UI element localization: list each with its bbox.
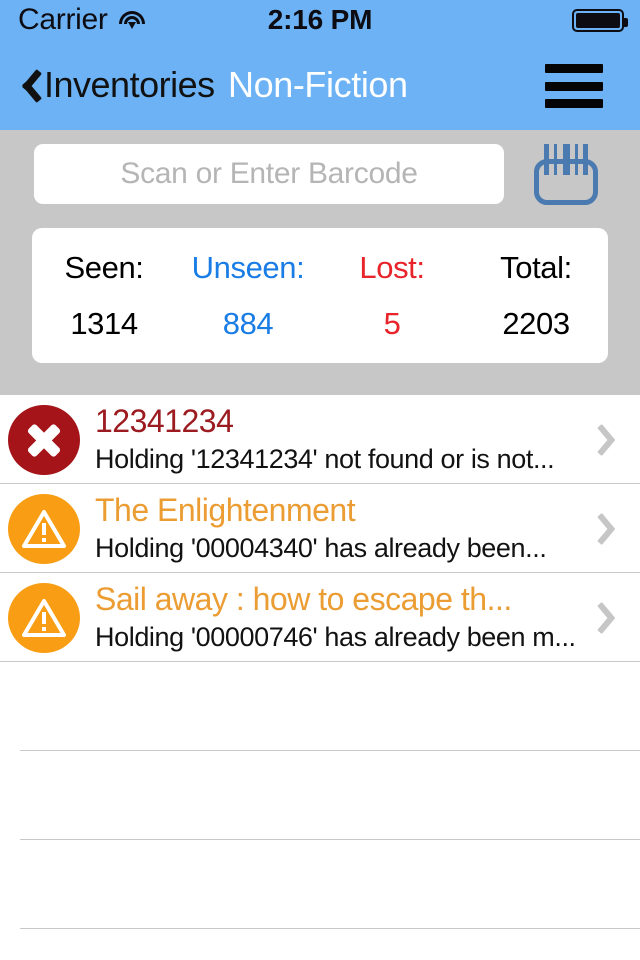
- battery-full-icon: [572, 9, 628, 32]
- warning-triangle-icon: [8, 583, 80, 653]
- triangle-glyph: [22, 599, 66, 637]
- row-text: 12341234 Holding '12341234' not found or…: [95, 401, 580, 477]
- app-screen: Carrier 2:16 PM Inventories Non-Fiction: [0, 0, 640, 960]
- stat-seen: Seen: 1314: [32, 250, 176, 342]
- stat-unseen-value: 884: [222, 305, 274, 341]
- table-row[interactable]: 12341234 Holding '12341234' not found or…: [0, 395, 640, 484]
- back-button[interactable]: Inventories: [14, 40, 215, 130]
- scan-results-list: 12341234 Holding '12341234' not found or…: [0, 395, 640, 960]
- stat-unseen: Unseen: 884: [176, 250, 320, 342]
- row-text: The Enlightenment Holding '00004340' has…: [95, 490, 580, 566]
- stat-total-label: Total:: [500, 249, 572, 285]
- row-title: The Enlightenment: [95, 492, 356, 528]
- search-row: [0, 144, 640, 216]
- hamburger-menu-icon[interactable]: [545, 64, 603, 108]
- row-text: Sail away : how to escape th... Holding …: [95, 579, 580, 655]
- stats-panel: Seen: 1314 Unseen: 884 Lost: 5 Total: 22…: [32, 228, 608, 363]
- table-row[interactable]: The Enlightenment Holding '00004340' has…: [0, 484, 640, 573]
- row-title: 12341234: [95, 403, 234, 439]
- stat-unseen-label: Unseen:: [191, 249, 305, 285]
- stat-seen-value: 1314: [70, 305, 138, 341]
- chevron-right-icon: [604, 510, 626, 548]
- row-subtitle: Holding '00004340' has already been...: [95, 533, 547, 563]
- stat-lost-label: Lost:: [359, 249, 425, 285]
- stat-total-value: 2203: [502, 305, 570, 341]
- list-item: [20, 662, 640, 751]
- search-input[interactable]: [34, 144, 504, 204]
- list-item: [20, 840, 640, 929]
- stat-total: Total: 2203: [464, 250, 608, 342]
- chevron-left-icon: [14, 65, 40, 105]
- stat-seen-label: Seen:: [64, 249, 144, 285]
- back-button-label: Inventories: [44, 64, 215, 105]
- barcode-scanner-icon[interactable]: [530, 142, 602, 210]
- error-circle-x-icon: [8, 405, 80, 475]
- navigation-bar: Inventories Non-Fiction: [0, 40, 640, 130]
- clock-label: 2:16 PM: [267, 4, 373, 35]
- triangle-glyph: [22, 510, 66, 548]
- stat-lost: Lost: 5: [320, 250, 464, 342]
- warning-triangle-icon: [8, 494, 80, 564]
- row-title: Sail away : how to escape th...: [95, 581, 512, 617]
- row-subtitle: Holding '12341234' not found or is not..…: [95, 444, 555, 474]
- row-subtitle: Holding '00000746' has already been m...: [95, 622, 576, 652]
- stat-lost-value: 5: [383, 305, 401, 341]
- page-title: Non-Fiction: [228, 64, 408, 105]
- table-row[interactable]: Sail away : how to escape th... Holding …: [0, 573, 640, 662]
- chevron-right-icon: [604, 599, 626, 637]
- chevron-right-icon: [604, 421, 626, 459]
- status-bar: Carrier 2:16 PM: [0, 0, 640, 40]
- list-item: [20, 751, 640, 840]
- search-stats-panel: Seen: 1314 Unseen: 884 Lost: 5 Total: 22…: [0, 130, 640, 395]
